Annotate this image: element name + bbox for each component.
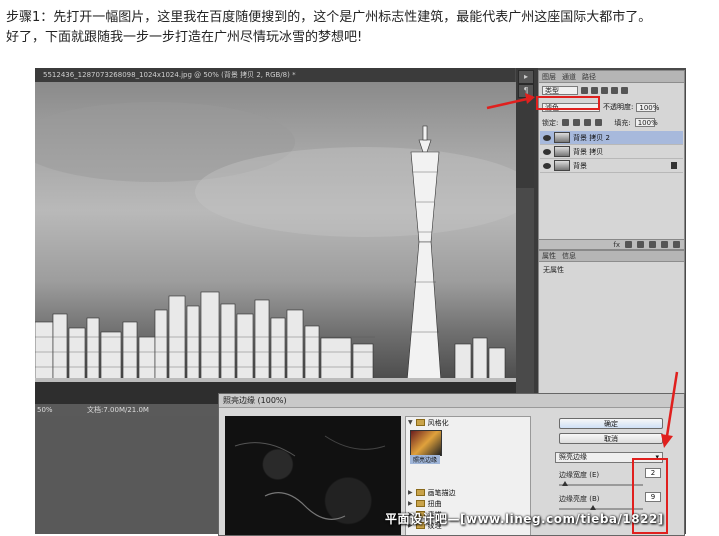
lock-transparent-icon[interactable] xyxy=(562,119,570,126)
properties-body: 无属性 xyxy=(543,266,564,274)
expand-right-icon[interactable]: ▶ xyxy=(408,500,413,507)
properties-tabs: 属性 信息 xyxy=(539,251,684,262)
mask-icon[interactable] xyxy=(625,241,632,248)
layer-row[interactable]: 背景 拷贝 xyxy=(540,145,683,159)
folder-icon xyxy=(415,489,425,496)
new-layer-icon[interactable] xyxy=(661,241,668,248)
ok-button[interactable]: 确定 xyxy=(559,418,663,429)
eye-icon[interactable] xyxy=(543,162,551,169)
layer-filter-row: 类型 xyxy=(542,85,682,96)
layer-row[interactable]: 背景 xyxy=(540,159,683,173)
filter-thumb-label: 照亮边缘 xyxy=(410,455,440,464)
expand-right-icon[interactable]: ▶ xyxy=(408,489,413,496)
doc-size[interactable]: 文档:7.00M/21.0M xyxy=(87,404,149,416)
folder-icon[interactable] xyxy=(649,241,656,248)
layer-thumbnail xyxy=(554,132,570,143)
glowing-edges-thumbnail[interactable] xyxy=(410,430,442,456)
adjustment-icon[interactable] xyxy=(637,241,644,248)
category-label: 风格化 xyxy=(427,418,449,427)
trash-icon[interactable] xyxy=(673,241,680,248)
layer-filter-select[interactable]: 类型 xyxy=(542,86,578,95)
layer-thumbnail xyxy=(554,160,570,171)
zoom-level[interactable]: 50% xyxy=(37,404,53,416)
text-filter-icon[interactable] xyxy=(601,87,608,94)
collapsed-panel-strip: ▸ ¶ xyxy=(516,68,534,188)
layers-bottom-bar: fx xyxy=(539,239,684,249)
intro-line-1: 步骤1：先打开一幅图片，这里我在百度随便搜到的，这个是广州标志性建筑，最能代表广… xyxy=(6,10,652,25)
lock-position-icon[interactable] xyxy=(584,119,592,126)
layers-panel-tabs: 图层 通道 路径 xyxy=(539,71,684,83)
eye-icon[interactable] xyxy=(543,134,551,141)
watermark: 平面设计吧—[www.lineg.com/tieba/1822] xyxy=(385,512,664,526)
edge-brightness-label: 边缘亮度 (B) xyxy=(559,495,600,503)
smart-filter-icon[interactable] xyxy=(621,87,628,94)
layer-name: 背景 拷贝 2 xyxy=(573,133,610,142)
category-label: 画笔描边 xyxy=(427,488,456,497)
arrow-icon xyxy=(486,93,535,110)
intro-text: 步骤1：先打开一幅图片，这里我在百度随便搜到的，这个是广州标志性建筑，最能代表广… xyxy=(6,8,714,48)
eye-icon[interactable] xyxy=(543,148,551,155)
history-icon[interactable]: ▸ xyxy=(518,70,534,84)
adjustment-filter-icon[interactable] xyxy=(591,87,598,94)
slider-knob[interactable] xyxy=(561,481,568,486)
cancel-button[interactable]: 取消 xyxy=(559,433,663,444)
arrow-icon xyxy=(661,371,679,448)
category-item[interactable]: ▶ 画笔描边 xyxy=(406,487,530,498)
lock-icon xyxy=(671,162,677,169)
canton-tower xyxy=(406,125,442,383)
blend-mode-highlight xyxy=(536,96,600,110)
layer-name: 背景 xyxy=(573,161,587,170)
lock-row: 锁定: 填充: 100% xyxy=(542,117,682,128)
fill-label: 填充: xyxy=(614,118,631,127)
folder-icon xyxy=(415,500,425,507)
edge-width-label: 边缘宽度 (E) xyxy=(559,471,600,479)
layer-row[interactable]: 背景 拷贝 2 xyxy=(540,131,683,145)
shape-filter-icon[interactable] xyxy=(611,87,618,94)
fill-input[interactable]: 100% xyxy=(634,118,658,127)
lock-label: 锁定: xyxy=(542,118,559,127)
fx-icon[interactable]: fx xyxy=(613,241,620,249)
edge-width-slider[interactable] xyxy=(559,481,643,486)
folder-icon xyxy=(415,419,425,426)
lock-image-icon[interactable] xyxy=(573,119,581,126)
document-canvas[interactable] xyxy=(35,82,516,404)
lock-all-icon[interactable] xyxy=(595,119,603,126)
tab-info[interactable]: 信息 xyxy=(562,251,576,261)
layer-thumbnail xyxy=(554,146,570,157)
tab-paths[interactable]: 路径 xyxy=(582,72,596,82)
tab-properties[interactable]: 属性 xyxy=(542,251,556,261)
tab-channels[interactable]: 通道 xyxy=(562,72,576,82)
category-item[interactable]: ▶ 扭曲 xyxy=(406,498,530,509)
opacity-input[interactable]: 100% xyxy=(636,102,659,112)
document-tab[interactable]: 5512436_1287073268098_1024x1024.jpg @ 50… xyxy=(35,68,515,82)
tab-layers[interactable]: 图层 xyxy=(542,72,556,82)
status-bar: 50% 文档:7.00M/21.0M xyxy=(35,404,225,416)
layer-name: 背景 拷贝 xyxy=(573,147,604,156)
dialog-title: 照亮边缘 (100%) xyxy=(219,394,684,408)
expand-down-icon[interactable]: ▼ xyxy=(408,419,413,426)
city-photo xyxy=(35,102,516,404)
category-stylize[interactable]: ▼ 风格化 xyxy=(406,417,530,428)
pixel-filter-icon[interactable] xyxy=(581,87,588,94)
preview-edges xyxy=(234,435,386,520)
intro-line-2: 好了，下面就跟随我一步一步打造在广州尽情玩冰雪的梦想吧! xyxy=(6,30,363,45)
category-label: 扭曲 xyxy=(427,499,442,508)
filter-select-value: 照亮边缘 xyxy=(559,453,587,461)
filter-preview[interactable] xyxy=(225,416,401,535)
opacity-label: 不透明度: xyxy=(603,103,634,111)
